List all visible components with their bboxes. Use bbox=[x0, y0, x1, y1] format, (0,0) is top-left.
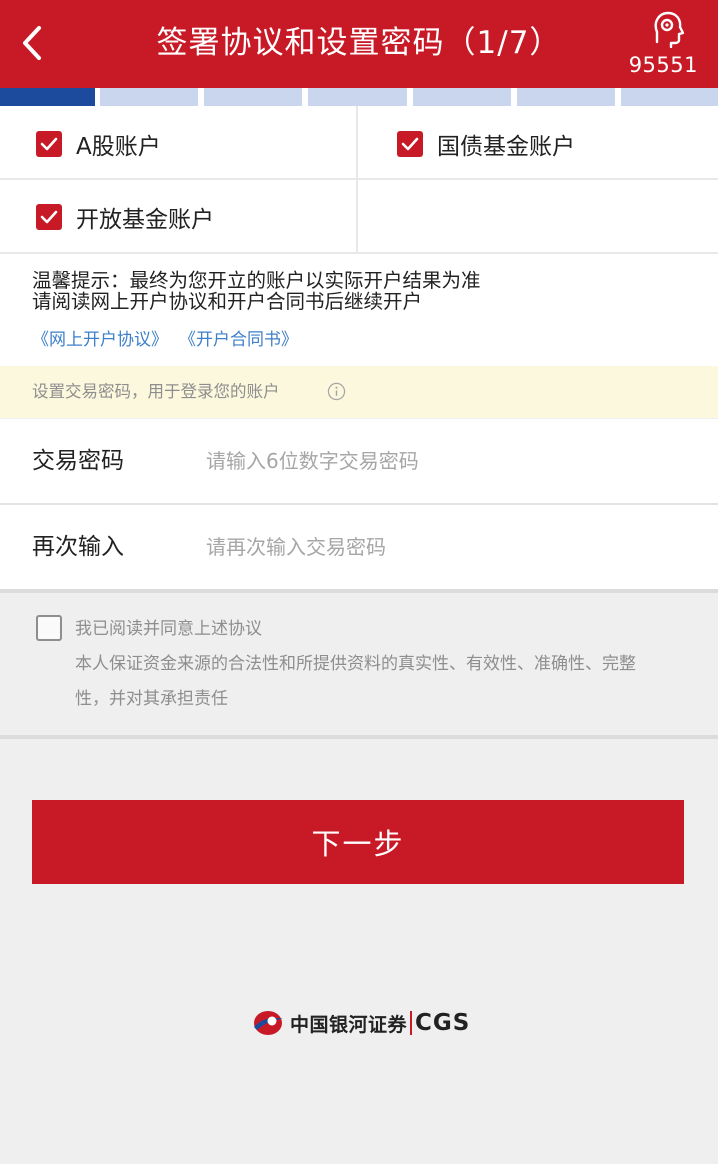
progress-step-6 bbox=[517, 88, 615, 106]
progress-step-7 bbox=[621, 88, 718, 106]
agreement-checkbox[interactable] bbox=[36, 615, 62, 641]
logo-divider bbox=[410, 1011, 413, 1035]
step-progress-bar bbox=[0, 88, 718, 106]
page-title: 签署协议和设置密码（1/7） bbox=[156, 25, 562, 61]
divider bbox=[0, 589, 718, 593]
customer-service-icon bbox=[654, 11, 684, 48]
agreement-label[interactable]: 我已阅读并同意上述协议 bbox=[75, 618, 262, 640]
logo-en-text: CGS bbox=[415, 1010, 471, 1036]
account-option-label: 国债基金账户 bbox=[437, 134, 575, 160]
checkbox-checked-icon[interactable] bbox=[36, 204, 62, 230]
account-option-label: A股账户 bbox=[76, 134, 161, 160]
password-field-row: 交易密码 bbox=[0, 419, 718, 503]
divider bbox=[0, 735, 718, 739]
notice-text: 温馨提示：最终为您开立的账户以实际开户结果为准 bbox=[32, 269, 481, 292]
divider bbox=[0, 178, 718, 180]
online-agreement-link[interactable]: 《网上开户协议》 bbox=[32, 329, 168, 351]
account-type-grid: A股账户 国债基金账户 开放基金账户 bbox=[0, 106, 718, 252]
info-icon[interactable] bbox=[327, 382, 346, 401]
contract-link[interactable]: 《开户合同书》 bbox=[179, 329, 298, 351]
service-phone: 95551 bbox=[628, 53, 698, 77]
customer-service-button[interactable]: 95551 bbox=[629, 10, 697, 80]
account-option-treasury-fund[interactable]: 国债基金账户 bbox=[397, 127, 575, 161]
account-option-label: 开放基金账户 bbox=[76, 207, 214, 233]
checkbox-checked-icon[interactable] bbox=[397, 131, 423, 157]
confirm-password-label: 再次输入 bbox=[32, 534, 124, 560]
notice-section: 温馨提示：最终为您开立的账户以实际开户结果为准 请阅读网上开户协议和开户合同书后… bbox=[0, 252, 718, 366]
account-option-open-fund[interactable]: 开放基金账户 bbox=[36, 200, 214, 234]
cgs-logo: 中国银河证券 CGS bbox=[252, 1008, 470, 1038]
galaxy-logo-icon bbox=[254, 1011, 283, 1035]
progress-step-5 bbox=[413, 88, 511, 106]
next-step-button[interactable]: 下一步 bbox=[32, 800, 684, 884]
progress-step-1 bbox=[0, 88, 95, 106]
password-label: 交易密码 bbox=[32, 448, 124, 474]
divider bbox=[356, 106, 358, 252]
logo-cn-text: 中国银河证券 bbox=[290, 1013, 408, 1036]
agreement-description: 性，并对其承担责任 bbox=[75, 689, 228, 709]
progress-step-3 bbox=[204, 88, 302, 106]
confirm-password-input[interactable] bbox=[206, 523, 686, 571]
account-option-a-share[interactable]: A股账户 bbox=[36, 127, 161, 161]
checkbox-checked-icon[interactable] bbox=[36, 131, 62, 157]
notice-text: 请阅读网上开户协议和开户合同书后继续开户 bbox=[32, 290, 423, 313]
password-input[interactable] bbox=[206, 437, 686, 485]
password-tip-text: 设置交易密码，用于登录您的账户 bbox=[32, 382, 280, 401]
agreement-description: 本人保证资金来源的合法性和所提供资料的真实性、有效性、准确性、完整 bbox=[75, 654, 636, 674]
password-tip-bar: 设置交易密码，用于登录您的账户 bbox=[0, 366, 718, 418]
header-bar: 签署协议和设置密码（1/7） 95551 bbox=[0, 0, 718, 88]
confirm-password-field-row: 再次输入 bbox=[0, 505, 718, 589]
progress-step-2 bbox=[100, 88, 198, 106]
progress-step-4 bbox=[308, 88, 407, 106]
